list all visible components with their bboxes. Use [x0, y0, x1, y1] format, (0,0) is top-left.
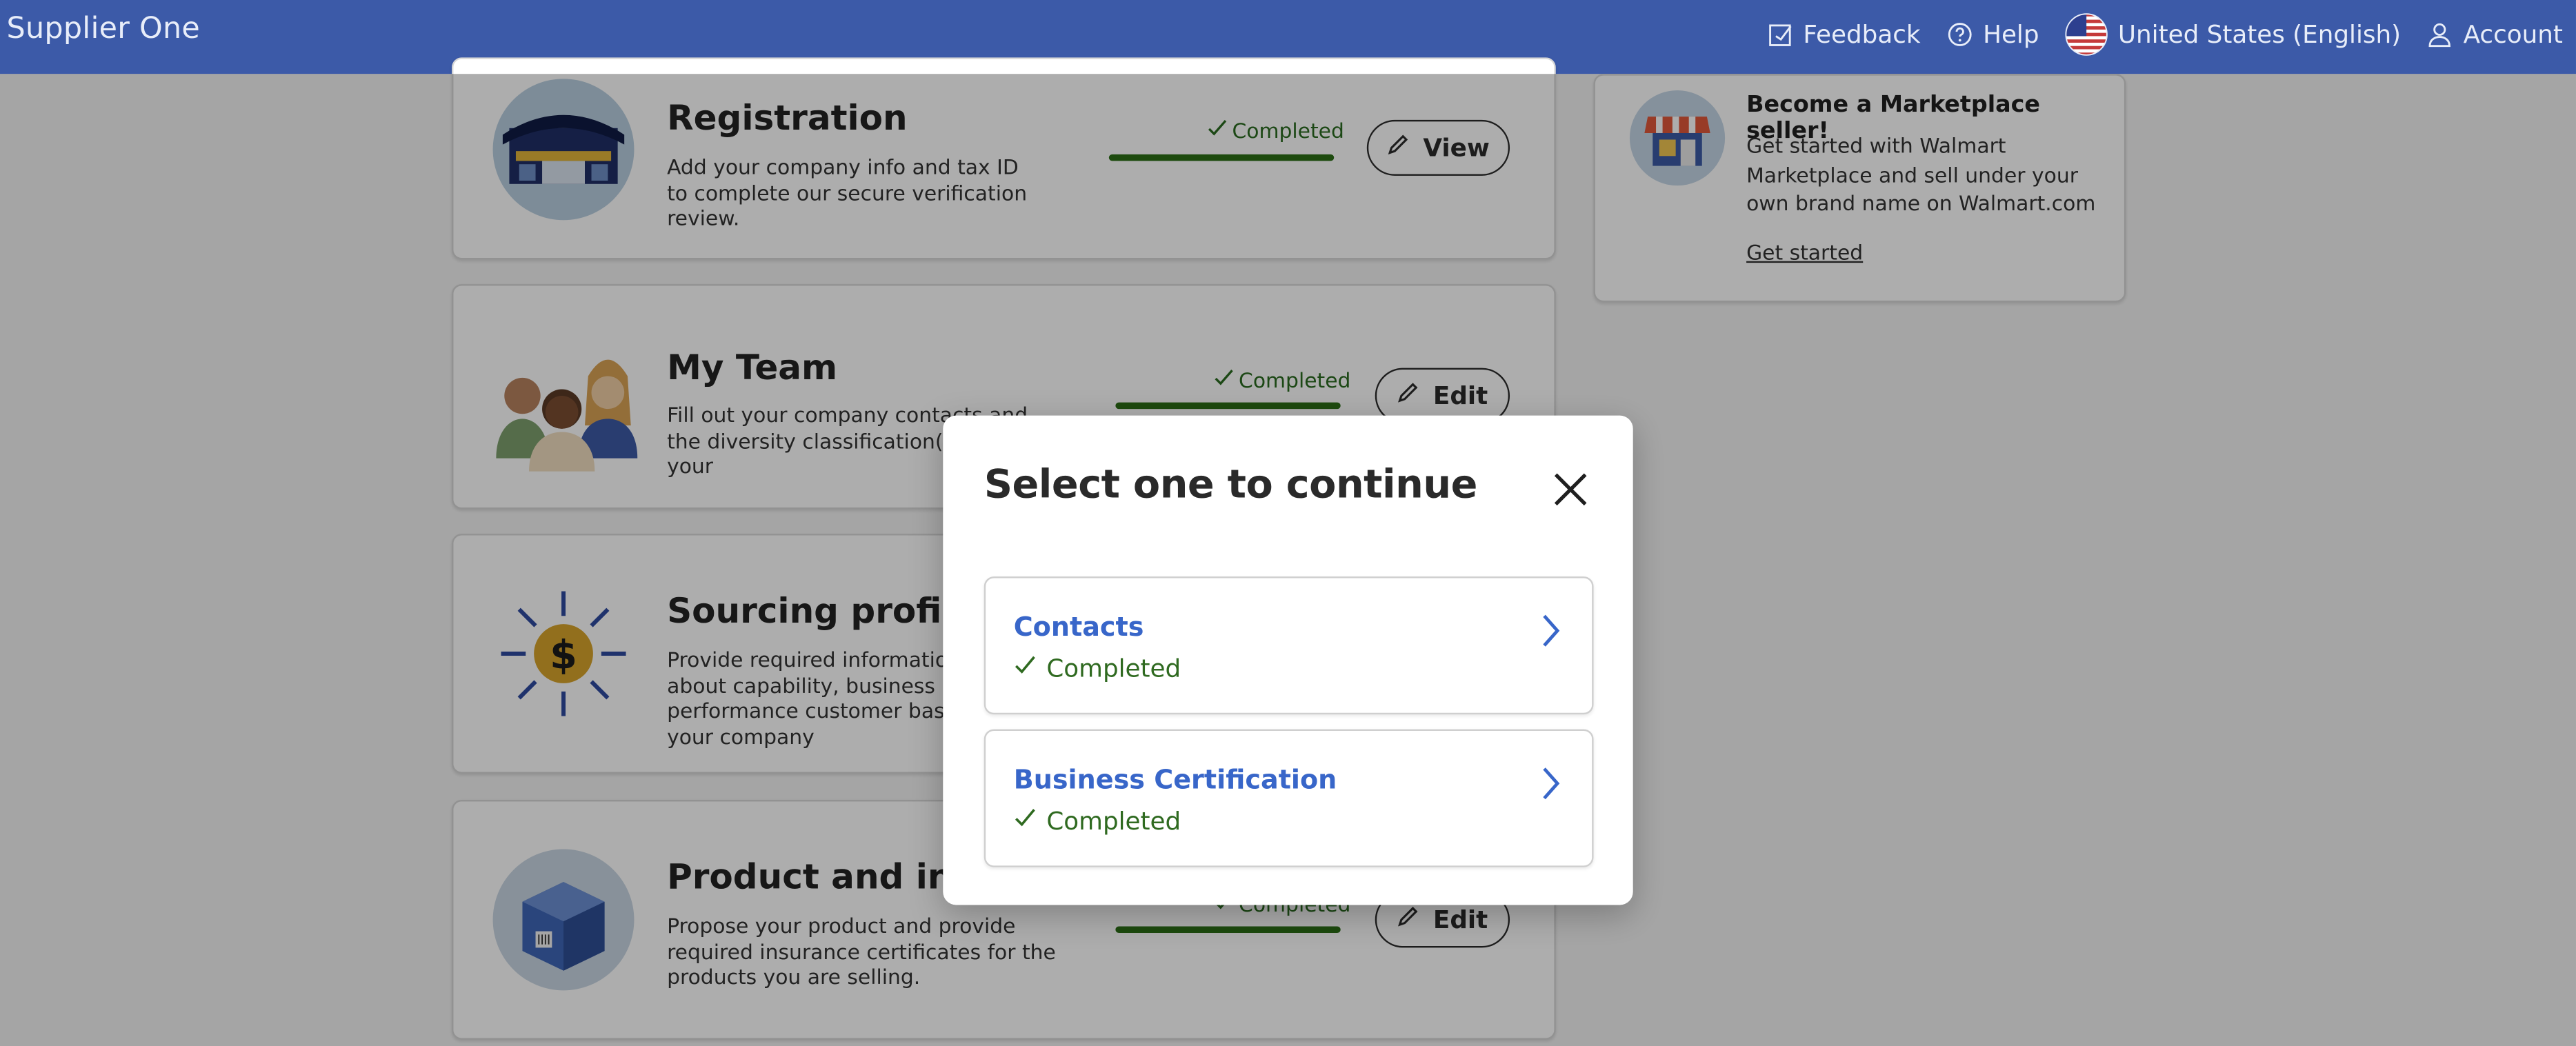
help-icon: [1947, 21, 1973, 48]
account-label: Account: [2463, 19, 2563, 50]
check-icon: [1014, 807, 1037, 836]
option-status: Completed: [1014, 807, 1181, 836]
select-dialog: Select one to continue Contacts Complete…: [943, 415, 1633, 905]
account-icon: [2427, 21, 2453, 48]
feedback-link[interactable]: Feedback: [1767, 19, 1921, 50]
option-status: Completed: [1014, 654, 1181, 683]
language-label: United States (English): [2117, 19, 2402, 50]
option-status-text: Completed: [1046, 806, 1181, 836]
help-link[interactable]: Help: [1947, 19, 2039, 50]
feedback-label: Feedback: [1803, 19, 1921, 50]
brand-logo-text[interactable]: Supplier One: [7, 12, 200, 46]
help-label: Help: [1983, 19, 2039, 50]
feedback-icon: [1767, 21, 1793, 48]
option-title: Contacts: [1013, 611, 1144, 643]
check-icon: [1014, 654, 1037, 683]
chevron-right-icon: [1539, 612, 1562, 655]
chevron-right-icon: [1539, 765, 1562, 808]
language-selector[interactable]: United States (English): [2065, 13, 2402, 56]
contacts-option[interactable]: Contacts Completed: [984, 576, 1594, 715]
business-certification-option[interactable]: Business Certification Completed: [984, 729, 1594, 867]
option-status-text: Completed: [1046, 654, 1181, 683]
account-link[interactable]: Account: [2427, 19, 2563, 50]
top-nav: Feedback Help United States (English) Ac…: [1767, 13, 2563, 56]
dialog-title: Select one to continue: [984, 461, 1478, 508]
us-flag-icon: [2065, 13, 2108, 56]
close-button[interactable]: [1548, 466, 1594, 512]
option-title: Business Certification: [1013, 763, 1337, 795]
page: Supplier One Feedback Help United States…: [0, 0, 2576, 1046]
close-icon: [1548, 473, 1594, 519]
